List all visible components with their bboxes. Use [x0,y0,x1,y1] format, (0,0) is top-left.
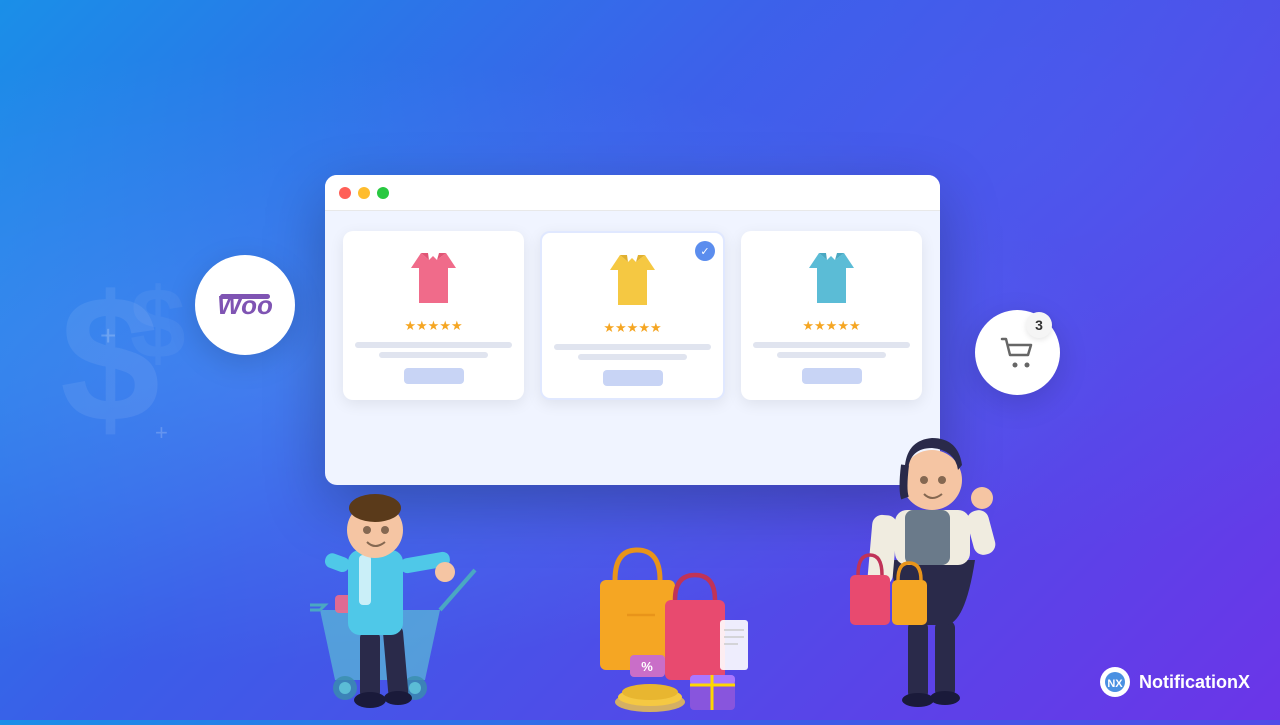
dot-green [377,187,389,199]
product-card-2[interactable]: ✓ ★★★★★ [540,231,725,400]
product-card-3[interactable]: ★★★★★ [741,231,922,400]
cart-count: 3 [1026,312,1052,338]
bags-group: % [580,520,760,720]
add-btn-2[interactable] [603,370,663,386]
stars-1: ★★★★★ [404,318,462,334]
stars-3: ★★★★★ [802,318,860,334]
svg-text:NX: NX [1107,678,1123,690]
man-figure [270,400,510,720]
dot-red [339,187,351,199]
plus-sign-1: + [155,420,168,446]
check-badge: ✓ [695,241,715,261]
browser-title-bar [325,175,940,211]
woman-figure [840,380,1040,720]
cart-icon [1000,337,1036,369]
woo-underline [220,294,270,299]
stars-2: ★★★★★ [603,320,661,336]
svg-text:%: % [641,659,653,674]
product-image-1 [399,245,469,310]
product-image-3 [797,245,867,310]
woo-badge: Woo [195,255,295,355]
notificationx-brand: NX NotificationX [1099,666,1250,698]
cart-badge[interactable]: 3 [975,310,1060,395]
product-lines-2 [554,344,711,360]
add-btn-1[interactable] [404,368,464,384]
product-lines-3 [753,342,910,358]
product-image-2 [598,247,668,312]
nx-logo: NX [1099,666,1131,698]
plus-sign-2: + [100,320,116,352]
brand-name: NotificationX [1139,672,1250,693]
dollar-watermark-small: $ [130,267,186,382]
dot-yellow [358,187,370,199]
product-lines-1 [355,342,512,358]
product-card-1[interactable]: ★★★★★ [343,231,524,400]
